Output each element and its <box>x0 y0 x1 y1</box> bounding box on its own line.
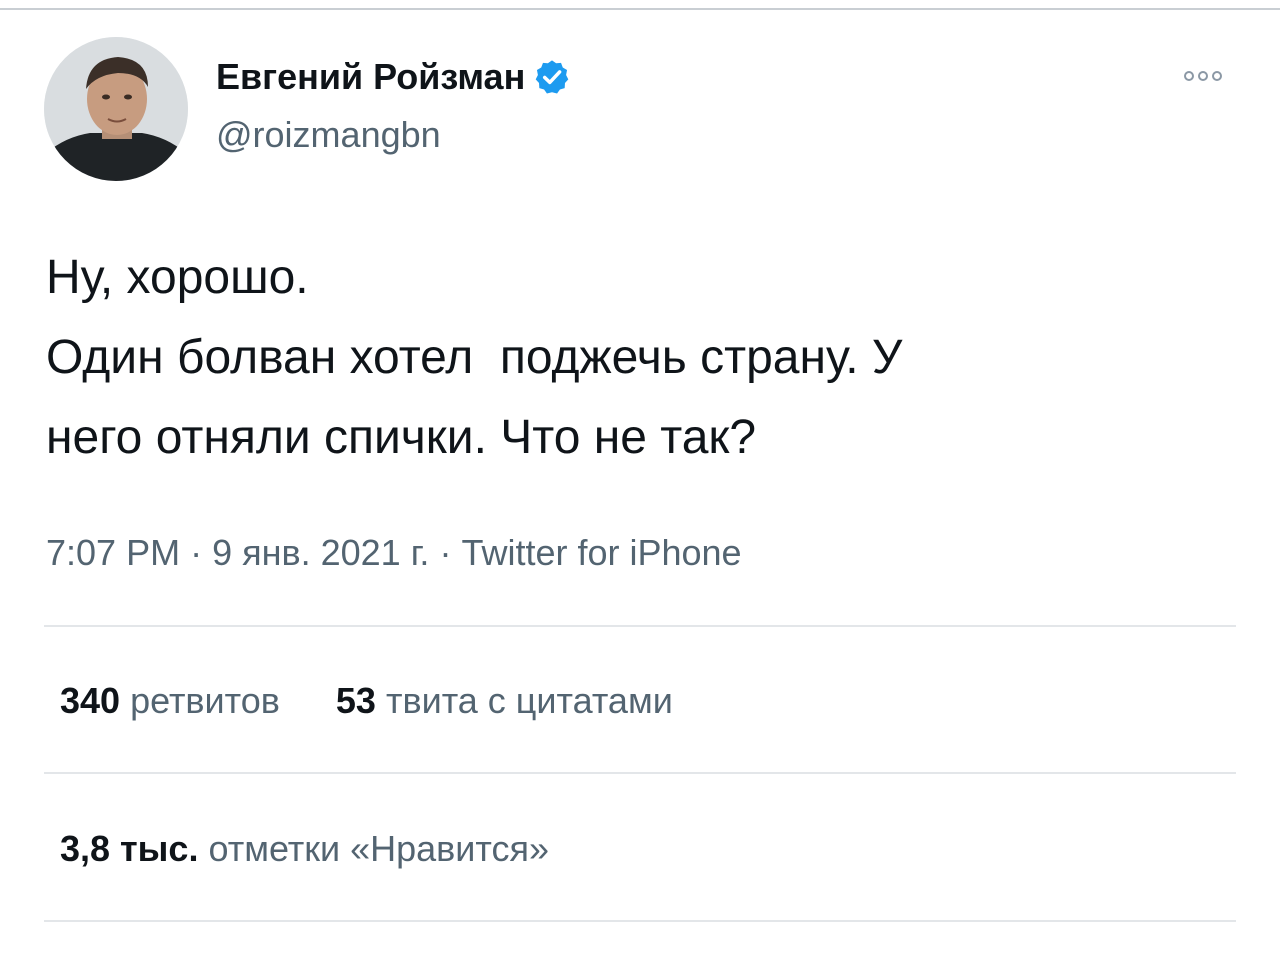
quotes-label: твита с цитатами <box>385 680 673 721</box>
author-display-name[interactable]: Евгений Ройзман <box>216 56 525 98</box>
avatar[interactable] <box>44 37 188 181</box>
likes-stat[interactable]: 3,8 тыс. отметки «Нравится» <box>60 828 549 869</box>
author-handle[interactable]: @roizmangbn <box>216 114 441 156</box>
likes-stat-row: 3,8 тыс. отметки «Нравится» <box>60 828 549 870</box>
top-divider <box>0 8 1280 10</box>
retweets-count: 340 <box>60 680 121 721</box>
quotes-count: 53 <box>335 680 376 721</box>
tweet-meta: 7:07 PM · 9 янв. 2021 г. · Twitter for i… <box>46 532 742 573</box>
quotes-stat[interactable]: 53 твита с цитатами <box>336 680 673 722</box>
verified-badge-icon <box>533 58 571 96</box>
likes-label: отметки «Нравится» <box>208 828 550 869</box>
tweet-date[interactable]: 9 янв. 2021 г. <box>212 532 429 573</box>
retweets-label: ретвитов <box>130 680 280 721</box>
divider <box>44 772 1236 774</box>
author-name-row: Евгений Ройзман <box>216 55 571 99</box>
more-dot <box>1212 71 1222 81</box>
tweet-text: Ну, хорошо. Один болван хотел поджечь ст… <box>46 251 903 464</box>
more-dot <box>1198 71 1208 81</box>
divider <box>44 625 1236 627</box>
tweet-time[interactable]: 7:07 PM <box>46 532 180 573</box>
likes-count: 3,8 тыс. <box>60 828 199 869</box>
more-options-icon[interactable] <box>1184 66 1232 86</box>
retweets-stat[interactable]: 340 ретвитов <box>60 680 280 722</box>
engagement-stats: 340 ретвитов 53 твита с цитатами <box>60 680 673 722</box>
more-dot <box>1184 71 1194 81</box>
divider <box>44 920 1236 922</box>
avatar-photo <box>44 37 188 181</box>
tweet-source[interactable]: Twitter for iPhone <box>461 532 741 573</box>
